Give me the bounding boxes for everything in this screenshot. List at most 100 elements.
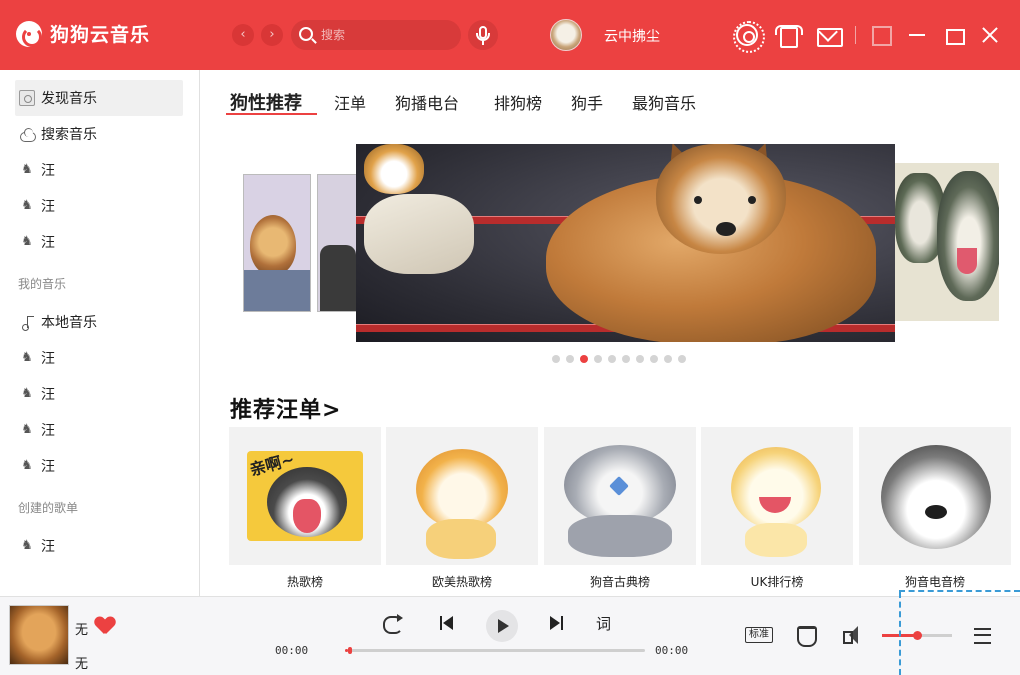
heart-icon[interactable] bbox=[95, 617, 115, 635]
user-avatar[interactable] bbox=[550, 19, 582, 51]
album-cover[interactable] bbox=[9, 605, 69, 665]
previous-track-icon[interactable] bbox=[436, 612, 460, 636]
playlist-card-label[interactable]: 狗音电音榜 bbox=[859, 573, 1011, 590]
dog-eye bbox=[694, 196, 702, 204]
search-input[interactable] bbox=[321, 25, 451, 45]
back-button[interactable]: ‹ bbox=[232, 24, 254, 46]
selection-guide-horizontal bbox=[899, 590, 1020, 592]
maximize-icon[interactable] bbox=[943, 24, 965, 46]
cloud-icon bbox=[19, 126, 36, 142]
cat-arm bbox=[364, 194, 474, 274]
section-my-music: 我的音乐 bbox=[18, 277, 67, 291]
carousel-banner[interactable] bbox=[356, 144, 895, 342]
progress-handle[interactable] bbox=[348, 647, 352, 654]
progress-bar[interactable] bbox=[345, 647, 645, 654]
minimize-icon[interactable] bbox=[907, 24, 929, 46]
total-time: 00:00 bbox=[655, 644, 689, 657]
shirt-icon[interactable] bbox=[775, 24, 803, 48]
carousel-dot[interactable] bbox=[636, 355, 644, 363]
carousel-slide-prev-2[interactable] bbox=[317, 174, 357, 312]
current-time: 00:00 bbox=[275, 644, 309, 657]
playlist-card[interactable]: 亲啊~ bbox=[229, 427, 381, 565]
dog-icon: ♞ bbox=[21, 162, 33, 177]
playlist-card[interactable] bbox=[544, 427, 696, 565]
mic-icon-leg bbox=[482, 41, 484, 45]
tab-radio[interactable]: 狗播电台 bbox=[395, 90, 459, 114]
playlist-card-label[interactable]: 热歌榜 bbox=[229, 573, 381, 590]
username[interactable]: 云中拂尘 bbox=[604, 26, 660, 46]
carousel-dot[interactable] bbox=[594, 355, 602, 363]
tab-charts[interactable]: 排狗榜 bbox=[494, 90, 542, 114]
sidebar-item-wang-5[interactable]: ♞ 汪 bbox=[15, 376, 183, 412]
sidebar-item-label: 汪 bbox=[41, 235, 55, 251]
carousel-dot[interactable] bbox=[608, 355, 616, 363]
logo-icon bbox=[16, 20, 42, 47]
sidebar-item-label: 发现音乐 bbox=[41, 91, 97, 107]
volume-handle[interactable] bbox=[913, 631, 922, 640]
voice-search-button[interactable] bbox=[468, 20, 498, 50]
sidebar-item-wang-3[interactable]: ♞ 汪 bbox=[15, 224, 183, 260]
sidebar-item-search-music[interactable]: 搜索音乐 bbox=[15, 116, 183, 152]
active-tab-indicator bbox=[226, 113, 317, 115]
carousel-dot[interactable] bbox=[566, 355, 574, 363]
sidebar-item-label: 搜索音乐 bbox=[41, 127, 97, 143]
mini-mode-icon[interactable] bbox=[870, 24, 892, 46]
section-created-playlists: 创建的歌单 bbox=[18, 501, 79, 515]
carousel-dot[interactable] bbox=[650, 355, 658, 363]
search-icon[interactable] bbox=[299, 27, 313, 41]
playlist-card-label[interactable]: 狗音古典榜 bbox=[544, 573, 696, 590]
song-artist[interactable]: 无 bbox=[75, 653, 88, 672]
tab-recommend[interactable]: 狗性推荐 bbox=[230, 89, 302, 115]
carousel-dot-active[interactable] bbox=[580, 355, 588, 363]
carousel-slide-prev[interactable] bbox=[243, 174, 311, 312]
husky-tongue bbox=[957, 248, 977, 274]
volume-icon[interactable] bbox=[840, 625, 862, 647]
sidebar-item-wang-4[interactable]: ♞ 汪 bbox=[15, 340, 183, 376]
carousel-dot[interactable] bbox=[622, 355, 630, 363]
app-name: 狗狗云音乐 bbox=[50, 24, 151, 46]
carousel-dot[interactable] bbox=[664, 355, 672, 363]
song-title[interactable]: 无 bbox=[75, 619, 88, 638]
sidebar-item-wang-6[interactable]: ♞ 汪 bbox=[15, 412, 183, 448]
playlist-icon[interactable] bbox=[972, 625, 992, 645]
playlist-card-label[interactable]: UK排行榜 bbox=[701, 573, 853, 590]
recommended-playlists-title[interactable]: 推荐汪单> bbox=[230, 392, 341, 424]
playlist-card[interactable] bbox=[701, 427, 853, 565]
playlist-card[interactable] bbox=[386, 427, 538, 565]
sidebar-item-wang-1[interactable]: ♞ 汪 bbox=[15, 152, 183, 188]
sidebar-item-discover[interactable]: 发现音乐 bbox=[15, 80, 183, 116]
tab-new-music[interactable]: 最狗音乐 bbox=[632, 90, 696, 114]
next-track-icon[interactable] bbox=[545, 612, 569, 636]
lyrics-button[interactable]: 词 bbox=[596, 613, 611, 634]
sidebar-item-wang-8[interactable]: ♞ 汪 bbox=[15, 528, 183, 564]
forward-button[interactable]: › bbox=[261, 24, 283, 46]
sidebar-item-wang-7[interactable]: ♞ 汪 bbox=[15, 448, 183, 484]
player-bar: 无 无 词 00:00 00:00 标准 bbox=[0, 596, 1020, 675]
play-icon[interactable] bbox=[486, 610, 518, 642]
sound-effect-icon[interactable] bbox=[795, 624, 817, 647]
playlist-card-label[interactable]: 欧美热歌榜 bbox=[386, 573, 538, 590]
mic-icon-stand bbox=[476, 33, 490, 41]
figure-illustration bbox=[320, 245, 356, 311]
puppy-body bbox=[745, 523, 807, 557]
search-box[interactable] bbox=[291, 20, 461, 50]
playlist-card[interactable] bbox=[859, 427, 1011, 565]
app-logo[interactable]: 狗狗云音乐 bbox=[16, 20, 150, 47]
carousel-dot[interactable] bbox=[678, 355, 686, 363]
carousel-dot[interactable] bbox=[552, 355, 560, 363]
gear-icon[interactable] bbox=[733, 21, 765, 53]
tab-playlists[interactable]: 汪单 bbox=[334, 90, 366, 114]
lion-suit bbox=[244, 270, 310, 311]
mail-icon[interactable] bbox=[817, 24, 843, 47]
volume-slider[interactable] bbox=[882, 631, 952, 640]
tab-artists[interactable]: 狗手 bbox=[571, 90, 603, 114]
quality-button[interactable]: 标准 bbox=[745, 627, 773, 643]
title-bar: 狗狗云音乐 ‹ › 云中拂尘 bbox=[0, 0, 1020, 70]
carousel-slide-next[interactable] bbox=[895, 163, 999, 321]
shiba-illustration bbox=[416, 449, 508, 529]
sidebar-item-local-music[interactable]: 本地音乐 bbox=[15, 304, 183, 340]
sidebar-item-wang-2[interactable]: ♞ 汪 bbox=[15, 188, 183, 224]
close-icon[interactable] bbox=[979, 24, 1001, 46]
sidebar-item-label: 汪 bbox=[41, 351, 55, 367]
loop-icon[interactable] bbox=[381, 612, 405, 636]
